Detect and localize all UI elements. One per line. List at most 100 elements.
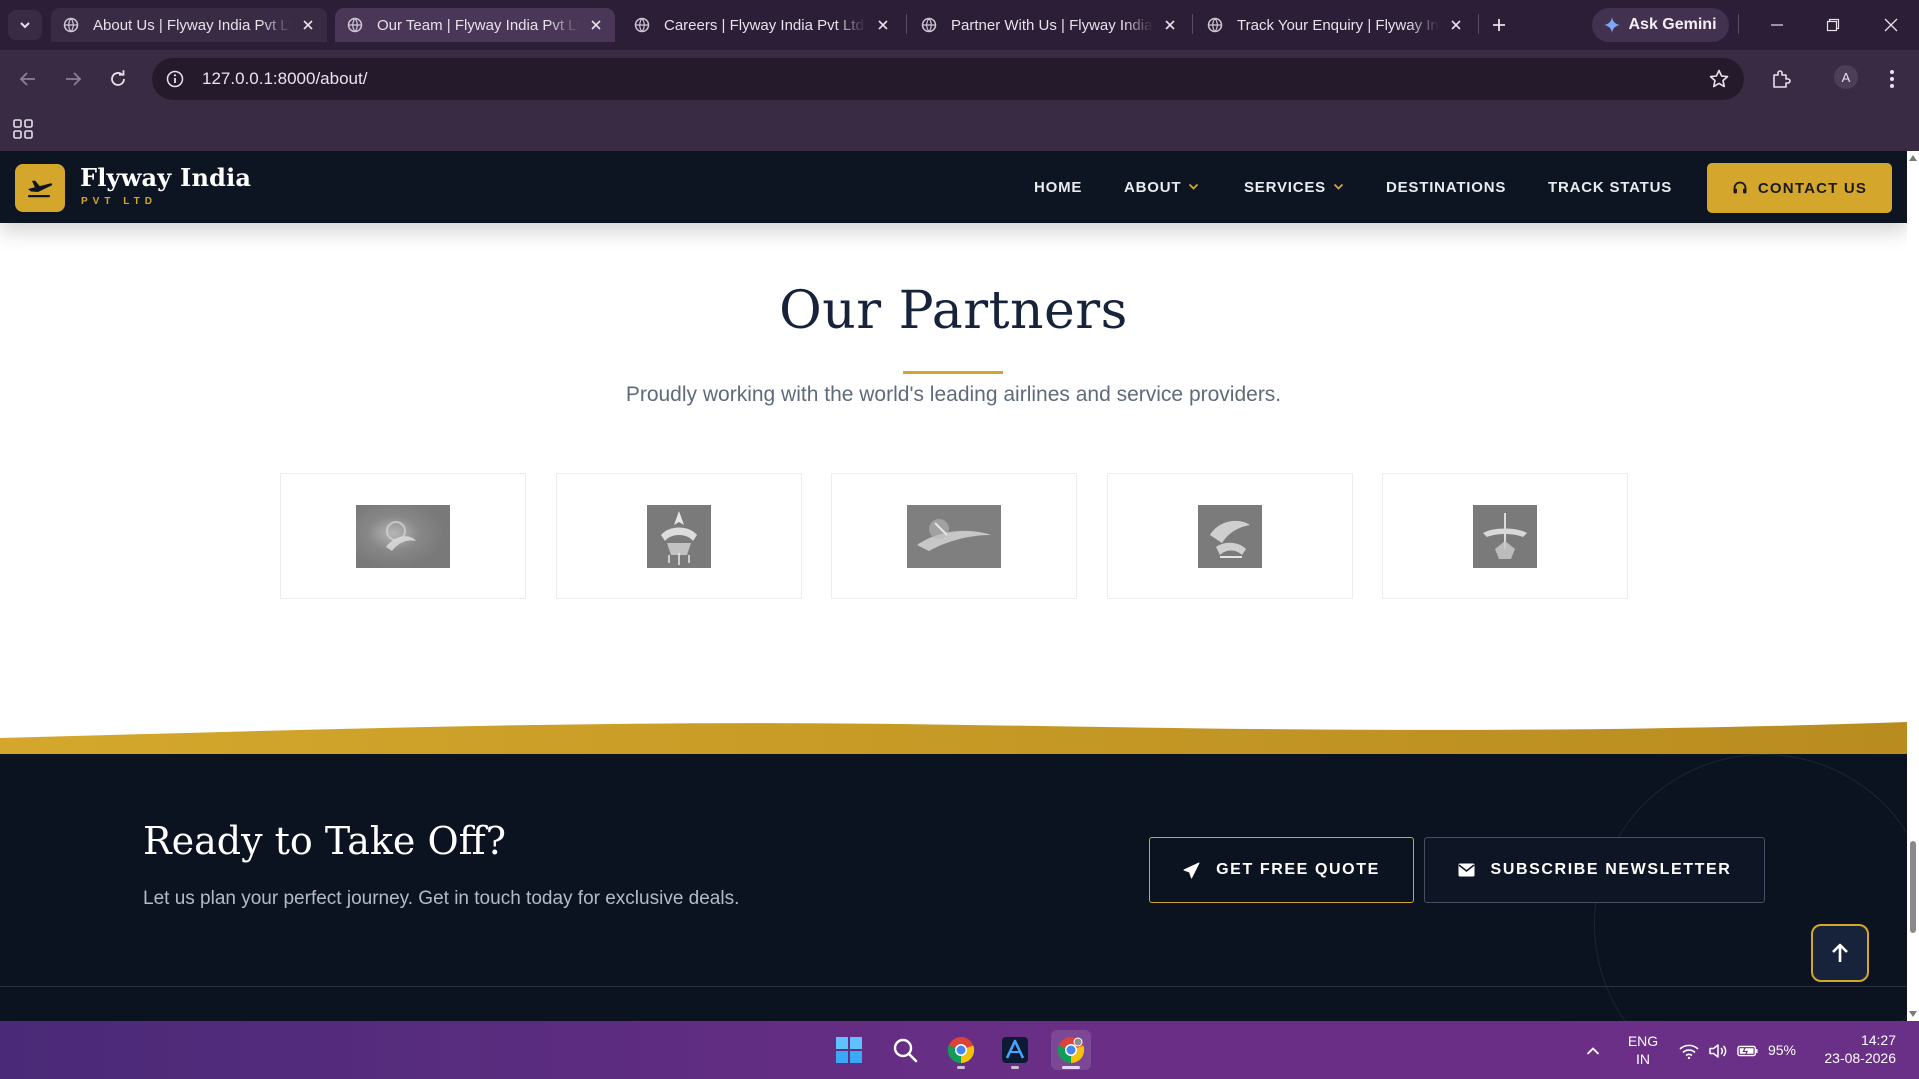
language-indicator[interactable]: ENG IN <box>1626 1032 1660 1068</box>
forward-button[interactable] <box>57 63 89 95</box>
partner-logo-1 <box>356 504 450 568</box>
language-secondary: IN <box>1636 1051 1650 1067</box>
cta-section: Ready to Take Off? Let us plan your perf… <box>0 754 1907 1021</box>
nav-destinations[interactable]: DESTINATIONS <box>1386 151 1506 223</box>
extensions-button[interactable] <box>1767 65 1795 93</box>
battery-percent: 95% <box>1767 1042 1797 1058</box>
airplane-icon <box>28 180 53 198</box>
wifi-icon[interactable] <box>1678 1040 1700 1062</box>
nav-services[interactable]: SERVICES <box>1244 151 1344 223</box>
get-free-quote-label: GET FREE QUOTE <box>1216 861 1380 878</box>
nav-about[interactable]: ABOUT <box>1124 151 1199 223</box>
partner-card <box>831 473 1077 599</box>
contact-us-button[interactable]: CONTACT US <box>1707 163 1892 213</box>
taskbar: ENG IN 95% 14:27 23-08-2026 <box>0 1021 1919 1079</box>
tab-strip: About Us | Flyway India Pvt Ltd Our Team… <box>0 0 1919 50</box>
gemini-sparkle-icon <box>1604 17 1621 33</box>
show-hidden-icons[interactable] <box>1582 1040 1604 1062</box>
close-icon[interactable] <box>587 16 605 34</box>
chrome-icon <box>947 1037 975 1064</box>
partner-card <box>1107 473 1353 599</box>
close-icon <box>1884 18 1898 32</box>
reload-button[interactable] <box>102 63 134 95</box>
screen: About Us | Flyway India Pvt Ltd Our Team… <box>0 0 1919 1079</box>
minimize-button[interactable] <box>1760 10 1794 40</box>
taskbar-search[interactable] <box>885 1030 925 1070</box>
arrow-right-icon <box>66 72 82 86</box>
tab-separator <box>1192 14 1193 34</box>
browser-menu-button[interactable] <box>1878 65 1906 93</box>
close-window-button[interactable] <box>1874 10 1908 40</box>
windows-start-icon <box>836 1037 862 1063</box>
clock[interactable]: 14:27 23-08-2026 <box>1810 1031 1910 1067</box>
tab-partner-with-us[interactable]: Partner With Us | Flyway India <box>909 8 1189 42</box>
taskbar-chrome-active[interactable] <box>1051 1030 1091 1070</box>
restore-button[interactable] <box>1816 10 1850 40</box>
close-icon[interactable] <box>1447 16 1465 34</box>
profile-avatar[interactable]: A <box>1834 65 1858 89</box>
ask-gemini-label: Ask Gemini <box>1628 16 1717 33</box>
bookmarks-bar <box>0 108 1919 151</box>
title-underline <box>903 371 1003 374</box>
site-info-icon[interactable] <box>164 68 186 90</box>
globe-icon <box>921 17 937 33</box>
globe-icon <box>347 17 363 33</box>
nav-destinations-label: DESTINATIONS <box>1386 178 1507 196</box>
scroll-down-arrow[interactable] <box>1909 1011 1917 1017</box>
tab-title: About Us | Flyway India Pvt Ltd <box>93 16 291 34</box>
get-free-quote-button[interactable]: GET FREE QUOTE <box>1149 837 1414 903</box>
arrow-left-icon <box>19 72 35 86</box>
volume-icon[interactable] <box>1707 1040 1729 1062</box>
tab-track-enquiry[interactable]: Track Your Enquiry | Flyway India <box>1195 8 1475 42</box>
minimize-icon <box>1771 24 1783 26</box>
tab-careers[interactable]: Careers | Flyway India Pvt Ltd <box>622 8 902 42</box>
running-indicator <box>1011 1066 1019 1069</box>
apps-grid-icon[interactable] <box>12 118 34 140</box>
partners-subtitle: Proudly working with the world's leading… <box>625 383 1282 406</box>
partner-card <box>280 473 526 599</box>
back-button[interactable] <box>12 63 44 95</box>
cta-title: Ready to Take Off? <box>143 819 507 863</box>
page-viewport: Flyway India PVT LTD HOME ABOUT SERVICES… <box>0 151 1907 1021</box>
nav-about-label: ABOUT <box>1124 178 1182 196</box>
tab-our-team[interactable]: Our Team | Flyway India Pvt Ltd <box>335 8 615 42</box>
tab-title: Our Team | Flyway India Pvt Ltd <box>377 16 579 34</box>
nav-services-label: SERVICES <box>1244 178 1326 196</box>
subscribe-newsletter-button[interactable]: SUBSCRIBE NEWSLETTER <box>1424 837 1765 903</box>
close-icon[interactable] <box>299 16 317 34</box>
start-button[interactable] <box>829 1030 869 1070</box>
back-to-top-button[interactable] <box>1811 924 1869 982</box>
nav-track-status[interactable]: TRACK STATUS <box>1548 151 1672 223</box>
brand-name[interactable]: Flyway India <box>80 163 251 192</box>
taskbar-chrome[interactable] <box>941 1030 981 1070</box>
brand-logo[interactable] <box>15 164 65 212</box>
restore-icon <box>1826 18 1840 32</box>
editor-icon <box>1002 1037 1028 1063</box>
close-icon[interactable] <box>874 16 892 34</box>
page-scrollbar[interactable] <box>1907 151 1919 1021</box>
running-indicator <box>957 1066 965 1069</box>
more-vertical-icon <box>1890 70 1894 88</box>
close-icon[interactable] <box>1161 16 1179 34</box>
contact-us-label: CONTACT US <box>1757 179 1868 197</box>
clock-date: 23-08-2026 <box>1824 1050 1896 1066</box>
taskbar-editor[interactable] <box>995 1030 1035 1070</box>
scroll-up-arrow[interactable] <box>1909 155 1917 161</box>
battery-icon[interactable] <box>1737 1040 1759 1062</box>
nav-track-label: TRACK STATUS <box>1548 178 1673 196</box>
subscribe-newsletter-label: SUBSCRIBE NEWSLETTER <box>1490 861 1732 878</box>
chevron-up-icon <box>1586 1047 1600 1055</box>
brand-tagline: PVT LTD <box>81 196 157 207</box>
bookmark-star-icon[interactable] <box>1708 68 1730 90</box>
tab-search-button[interactable] <box>8 10 42 40</box>
new-tab-button[interactable] <box>1486 12 1512 38</box>
ask-gemini-button[interactable]: Ask Gemini <box>1592 8 1729 42</box>
tab-about[interactable]: About Us | Flyway India Pvt Ltd <box>51 8 327 42</box>
tab-title: Careers | Flyway India Pvt Ltd <box>664 16 864 34</box>
paper-plane-icon <box>1183 862 1200 878</box>
puzzle-icon <box>1773 70 1791 88</box>
scroll-thumb[interactable] <box>1910 841 1916 933</box>
nav-home[interactable]: HOME <box>1034 151 1082 223</box>
clock-time: 14:27 <box>1860 1032 1896 1048</box>
address-bar[interactable]: 127.0.0.1:8000/about/ <box>152 58 1744 100</box>
